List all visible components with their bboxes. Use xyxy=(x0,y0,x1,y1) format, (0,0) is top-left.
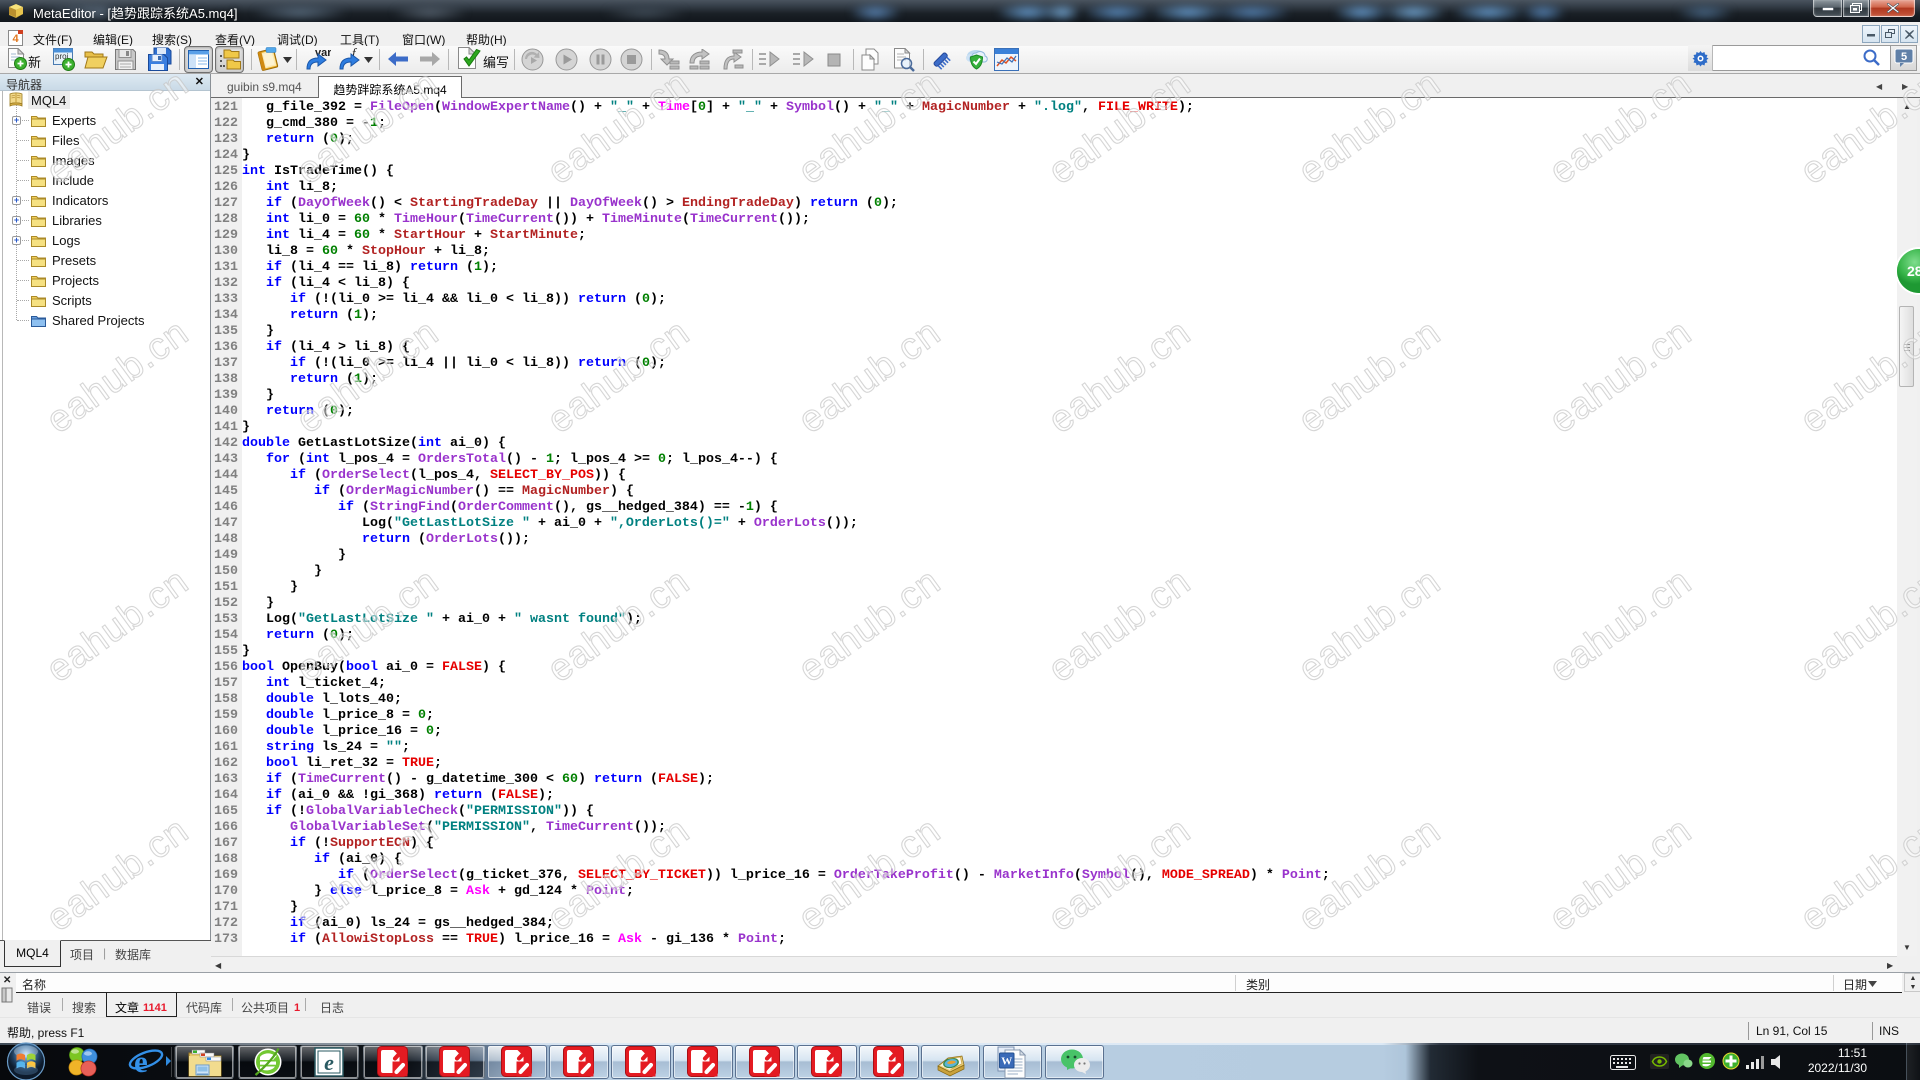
svg-text:28: 28 xyxy=(1907,263,1920,279)
svg-text:W: W xyxy=(1001,1056,1012,1068)
svg-text:4: 4 xyxy=(12,33,19,45)
svg-text:5: 5 xyxy=(1901,51,1907,63)
svg-text:e: e xyxy=(134,1044,148,1079)
svg-text:e: e xyxy=(324,1050,334,1075)
